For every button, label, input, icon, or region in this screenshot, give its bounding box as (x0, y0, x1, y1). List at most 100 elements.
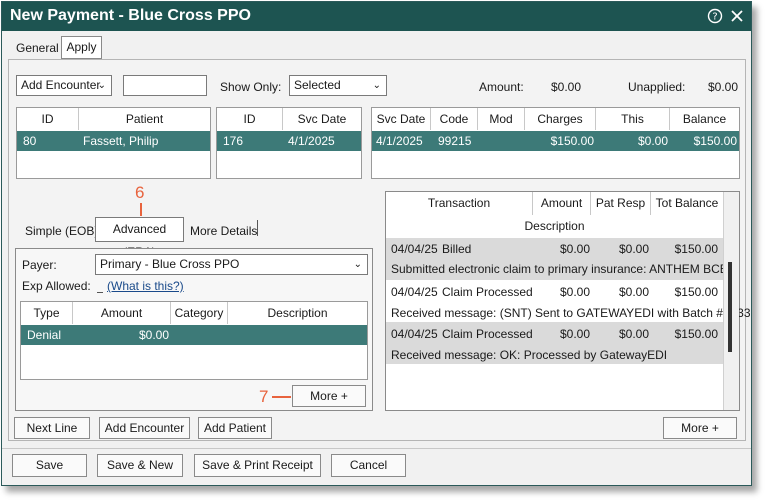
what-is-this-link[interactable]: (What is this?) (107, 279, 184, 293)
help-icon[interactable]: ? (707, 8, 723, 24)
callout-7: 7 (259, 387, 269, 406)
chevron-down-icon: ⌄ (353, 259, 362, 270)
patient-name-cell: Fassett, Philip (83, 134, 159, 148)
save-print-receipt-button[interactable]: Save & Print Receipt (194, 454, 321, 477)
column-header[interactable]: Transaction (386, 192, 533, 215)
charge-date-cell: 4/1/2025 (376, 134, 423, 148)
transaction-description-cell: Submitted electronic claim to primary in… (391, 262, 736, 276)
add-encounter-button[interactable]: Add Encounter (99, 417, 190, 439)
amount-value: $0.00 (551, 80, 582, 94)
adjustment-amount-cell: $0.00 (138, 328, 169, 342)
tab-simple-eob[interactable]: Simple (EOB) (25, 224, 98, 238)
unapplied-value: $0.00 (708, 80, 739, 94)
chevron-down-icon: ⌄ (372, 80, 381, 91)
save-button[interactable]: Save (12, 454, 87, 477)
charge-amount-cell: $150.00 (550, 134, 594, 148)
charge-this-payment-cell: $0.00 (637, 134, 668, 148)
table-row[interactable]: 04/04/25 Billed $0.00 $0.00 $150.00 Subm… (386, 238, 736, 280)
transaction-pat-resp-cell: $0.00 (618, 285, 649, 299)
tab-more-details[interactable]: More Details (190, 224, 257, 238)
transaction-amount-cell: $0.00 (559, 327, 590, 341)
transaction-type-cell: Billed (442, 242, 472, 256)
payer-dropdown[interactable]: Primary - Blue Cross PPO ⌄ (95, 254, 368, 275)
column-header[interactable]: Svc Date (372, 108, 431, 130)
transaction-pat-resp-cell: $0.00 (618, 327, 649, 341)
transaction-type-cell: Claim Processed (442, 327, 533, 341)
amount-label: Amount: (479, 80, 524, 94)
column-header[interactable]: Code (431, 108, 478, 130)
column-header[interactable]: Type (21, 302, 73, 324)
transactions-header: Transaction Amount Pat Resp Tot Balance … (386, 192, 723, 238)
column-header[interactable]: Amount (533, 192, 591, 215)
patient-id-cell: 80 (23, 134, 37, 148)
add-encounter-dropdown[interactable]: Add Encounter ⌄ (16, 75, 112, 96)
transaction-pat-resp-cell: $0.00 (618, 242, 649, 256)
column-header[interactable]: This Payment (596, 108, 670, 148)
encounter-id-cell: 176 (223, 134, 244, 148)
save-and-new-button[interactable]: Save & New (97, 454, 183, 477)
footer-divider (2, 448, 751, 449)
tab-advanced-era[interactable]: Advanced (ERA) (95, 217, 184, 259)
unapplied-label: Unapplied: (628, 80, 686, 94)
callout-6: 6 (135, 183, 145, 202)
exp-allowed-label: Exp Allowed: (22, 279, 91, 293)
encounter-date-cell: 4/1/2025 (288, 134, 335, 148)
close-icon[interactable] (729, 8, 745, 24)
table-row[interactable]: 04/04/25 Claim Processed $0.00 $0.00 $15… (386, 280, 751, 322)
table-row[interactable]: 04/04/25 Claim Processed $0.00 $0.00 $15… (386, 322, 723, 364)
transaction-date-cell: 04/04/25 (391, 327, 438, 341)
tab-divider (257, 220, 258, 236)
patient-grid: ID Patient 80 Fassett, Philip (16, 107, 211, 179)
table-row[interactable]: 176 4/1/2025 (217, 131, 361, 151)
column-header[interactable]: Patient (79, 108, 210, 130)
svg-text:?: ? (712, 12, 717, 23)
column-header[interactable]: Charges (525, 108, 596, 130)
charge-grid: Svc Date Code Mod Charges This Payment B… (371, 107, 740, 179)
column-header[interactable]: Balance (670, 108, 739, 130)
era-more-button[interactable]: More + (292, 385, 366, 407)
table-row[interactable]: 80 Fassett, Philip (17, 131, 210, 151)
charge-balance-cell: $150.00 (693, 134, 737, 148)
adjustment-grid: Type Amount Category Description Denial … (20, 301, 368, 380)
column-header[interactable]: ID (217, 108, 283, 130)
add-patient-button[interactable]: Add Patient (198, 417, 272, 439)
transactions-scrollbar[interactable] (723, 192, 739, 410)
show-only-dropdown[interactable]: Selected ⌄ (289, 75, 387, 96)
column-header[interactable]: Mod (478, 108, 525, 130)
more-button[interactable]: More + (663, 417, 737, 439)
title-bar: New Payment - Blue Cross PPO ? (2, 2, 751, 31)
column-header[interactable]: Tot Balance (651, 192, 723, 215)
column-header[interactable]: Description (386, 215, 723, 237)
column-header[interactable]: ID (17, 108, 79, 130)
transaction-balance-cell: $150.00 (674, 285, 718, 299)
column-header[interactable]: Pat Resp (591, 192, 651, 215)
transaction-amount-cell: $0.00 (559, 285, 590, 299)
transaction-balance-cell: $150.00 (674, 242, 718, 256)
column-header[interactable]: Category (171, 302, 228, 324)
transaction-description-cell: Received message: (SNT) Sent to GATEWAYE… (391, 306, 751, 320)
table-row[interactable]: Denial $0.00 (21, 325, 367, 345)
transaction-balance-cell: $150.00 (674, 327, 718, 341)
charge-code-cell: 99215 (438, 134, 472, 148)
column-header[interactable]: Description (228, 302, 367, 324)
column-header[interactable]: Amount (73, 302, 171, 324)
payer-label: Payer: (22, 258, 57, 272)
add-encounter-dropdown-label: Add Encounter (21, 78, 101, 92)
column-header[interactable]: Svc Date (283, 108, 361, 130)
scrollbar-thumb[interactable] (728, 262, 732, 352)
transaction-type-cell: Claim Processed (442, 285, 533, 299)
tab-apply[interactable]: Apply (61, 36, 102, 59)
window-title: New Payment - Blue Cross PPO (10, 7, 251, 24)
table-row[interactable]: 4/1/2025 99215 $150.00 $0.00 $150.00 (372, 131, 739, 151)
tab-apply-label: Apply (66, 40, 97, 54)
encounter-search-input[interactable] (123, 75, 207, 96)
next-line-button[interactable]: Next Line (14, 417, 90, 439)
chevron-down-icon: ⌄ (97, 80, 106, 91)
transaction-date-cell: 04/04/25 (391, 285, 438, 299)
tab-general[interactable]: General (16, 41, 59, 55)
cancel-button[interactable]: Cancel (331, 454, 406, 477)
show-only-label: Show Only: (220, 80, 282, 94)
adjustment-type-cell: Denial (27, 328, 62, 342)
transactions-grid: Transaction Amount Pat Resp Tot Balance … (385, 191, 751, 411)
callout-7-line (272, 396, 291, 398)
